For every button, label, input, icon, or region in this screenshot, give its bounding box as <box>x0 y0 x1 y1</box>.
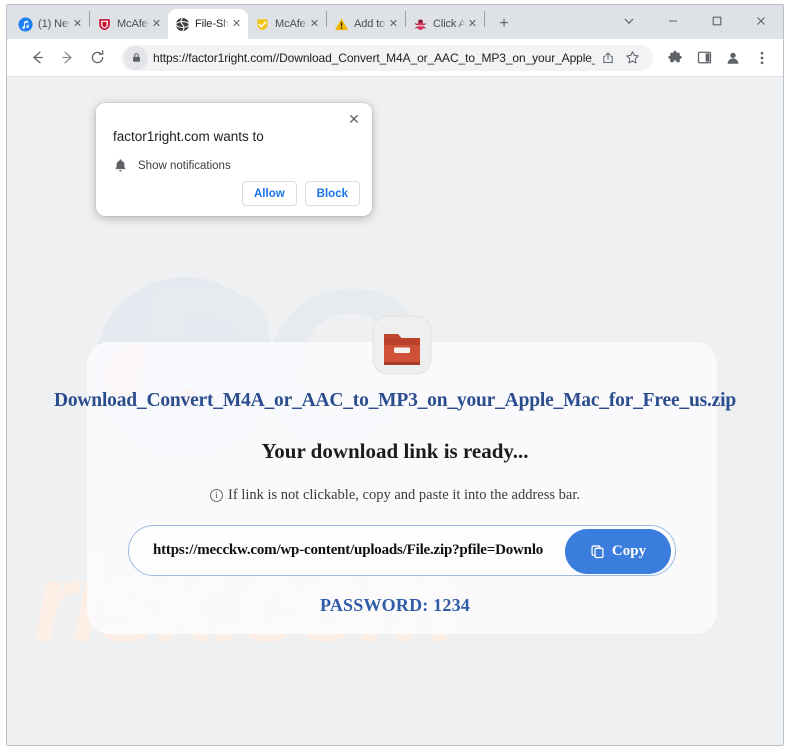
block-button[interactable]: Block <box>304 181 360 206</box>
download-filename-link[interactable]: Download_Convert_M4A_or_AAC_to_MP3_on_yo… <box>7 390 783 412</box>
tab-close-icon[interactable]: ✕ <box>465 17 480 32</box>
dialog-actions: Allow Block <box>242 181 360 206</box>
back-arrow-icon[interactable] <box>23 44 51 72</box>
copy-link-bar[interactable]: https://mecckw.com/wp-content/uploads/Fi… <box>128 525 676 576</box>
bell-icon <box>113 158 128 174</box>
permission-row: Show notifications <box>113 158 231 174</box>
copy-button-label: Copy <box>611 543 647 559</box>
share-icon[interactable] <box>597 47 619 69</box>
notification-permission-dialog: ✕ factor1right.com wants to Show notific… <box>96 103 372 216</box>
tab-label: (1) New <box>38 18 70 30</box>
copy-button[interactable]: Copy <box>565 529 671 574</box>
star-icon[interactable] <box>621 47 643 69</box>
three-dot-menu-icon[interactable] <box>749 45 775 71</box>
browser-tab-5[interactable]: Add to ✕ <box>327 9 405 39</box>
info-circle-icon: i <box>210 489 224 502</box>
tab-close-icon[interactable]: ✕ <box>229 17 244 32</box>
password-text: PASSWORD: 1234 <box>320 595 470 615</box>
page-viewport: PC risk.com Download_Convert_M4A_or_AAC_… <box>7 77 783 745</box>
browser-toolbar: https://factor1right.com//Download_Conve… <box>7 39 783 77</box>
page-headline: Your download link is ready... <box>261 439 529 463</box>
tab-label: McAfee <box>275 18 307 30</box>
dialog-title: factor1right.com wants to <box>113 129 264 144</box>
allow-button[interactable]: Allow <box>242 181 297 206</box>
browser-tab-3-active[interactable]: File-Sha ✕ <box>168 9 248 39</box>
maximize-button[interactable] <box>695 5 739 37</box>
mcafee-check-badge-icon <box>255 17 270 32</box>
zip-archive-icon <box>367 310 437 380</box>
browser-tab-2[interactable]: McAfee ✕ <box>90 9 168 39</box>
minimize-button[interactable] <box>651 5 695 37</box>
tab-close-icon[interactable]: ✕ <box>70 17 85 32</box>
lock-icon[interactable] <box>124 45 148 70</box>
tab-close-icon[interactable]: ✕ <box>149 17 164 32</box>
bug-icon <box>413 17 428 32</box>
url-text: https://factor1right.com//Download_Conve… <box>153 50 595 65</box>
browser-tab-1[interactable]: (1) New ✕ <box>11 9 89 39</box>
subline-text: If link is not clickable, copy and paste… <box>228 487 580 503</box>
tab-strip: (1) New ✕ McAfee ✕ <box>7 5 783 39</box>
page-subline: i If link is not clickable, copy and past… <box>7 487 783 504</box>
mcafee-shield-icon <box>97 17 112 32</box>
copy-icon <box>590 544 605 559</box>
puzzle-piece-icon[interactable] <box>662 45 688 71</box>
tab-label: Click Al <box>433 18 465 30</box>
tab-label: Add to <box>354 18 386 30</box>
globe-icon <box>175 17 190 32</box>
reload-icon[interactable] <box>83 44 111 72</box>
tab-label: McAfee <box>117 18 149 30</box>
tab-search-chevron-down-icon[interactable] <box>607 5 651 37</box>
tab-label: File-Sha <box>195 18 229 30</box>
window-controls <box>607 5 783 37</box>
address-bar[interactable]: https://factor1right.com//Download_Conve… <box>121 44 653 71</box>
forward-arrow-icon[interactable] <box>53 44 81 72</box>
browser-window: (1) New ✕ McAfee ✕ <box>6 4 784 746</box>
side-panel-icon[interactable] <box>691 45 717 71</box>
warning-triangle-icon <box>334 17 349 32</box>
profile-avatar-icon[interactable] <box>720 45 746 71</box>
permission-label: Show notifications <box>138 160 231 172</box>
browser-tab-4[interactable]: McAfee ✕ <box>248 9 326 39</box>
close-window-button[interactable] <box>739 5 783 37</box>
music-note-icon <box>18 16 33 32</box>
browser-tab-6[interactable]: Click Al ✕ <box>406 9 484 39</box>
tab-separator <box>484 11 485 27</box>
tab-close-icon[interactable]: ✕ <box>386 17 401 32</box>
screenshot-root: (1) New ✕ McAfee ✕ <box>0 0 790 754</box>
new-tab-button[interactable]: + <box>491 11 517 37</box>
tab-close-icon[interactable]: ✕ <box>307 17 322 32</box>
dialog-close-icon[interactable]: ✕ <box>343 108 365 130</box>
